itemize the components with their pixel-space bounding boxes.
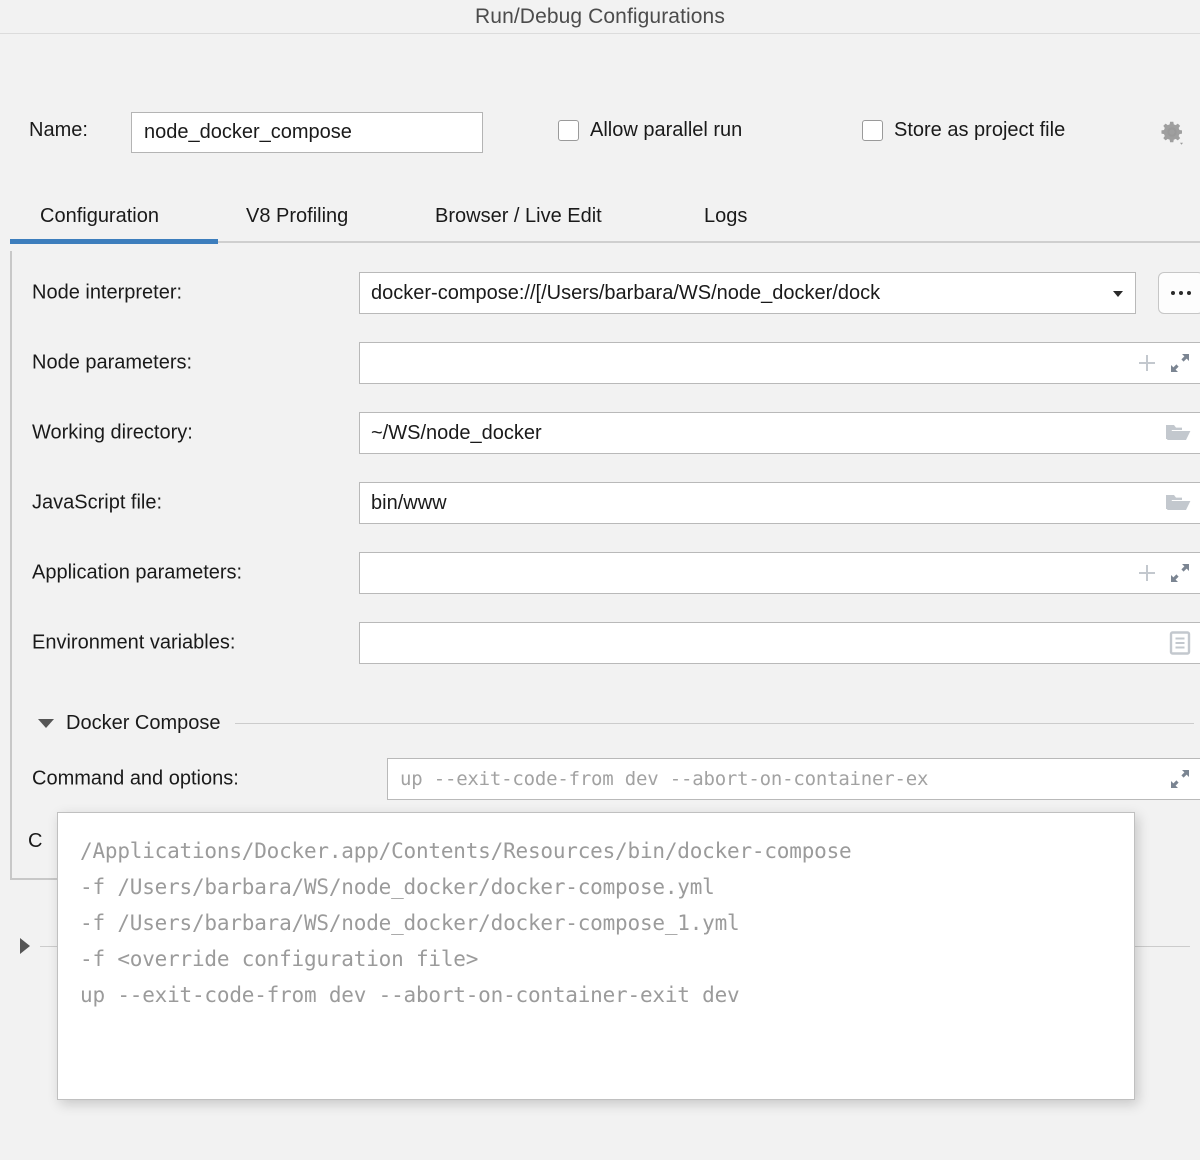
chevron-right-icon[interactable] [20, 938, 30, 954]
configuration-panel: Node interpreter: docker-compose://[/Use… [10, 251, 1200, 880]
environment-variables-input[interactable] [359, 622, 1200, 664]
name-input-value: node_docker_compose [144, 121, 352, 144]
add-icon[interactable] [1135, 561, 1159, 585]
chevron-down-icon[interactable] [38, 719, 54, 728]
tab-active-indicator [10, 239, 218, 244]
section-divider [235, 723, 1194, 724]
node-parameters-input[interactable] [359, 342, 1200, 384]
tooltip-line: -f <override configuration file> [80, 941, 1134, 977]
tooltip-line: -f /Users/barbara/WS/node_docker/docker-… [80, 869, 1134, 905]
expand-icon[interactable] [1169, 352, 1191, 374]
store-as-project-file-checkbox-row[interactable]: Store as project file [862, 119, 1065, 142]
name-row: Name: node_docker_compose Allow parallel… [0, 33, 1200, 151]
dialog-title-bar: Run/Debug Configurations [0, 0, 1200, 34]
allow-parallel-run-label: Allow parallel run [590, 119, 742, 142]
allow-parallel-run-checkbox[interactable] [558, 120, 579, 141]
node-parameters-label: Node parameters: [32, 352, 192, 375]
add-icon[interactable] [1135, 351, 1159, 375]
name-label: Name: [29, 119, 88, 142]
row-working-directory: Working directory: ~/WS/node_docker [12, 412, 1200, 454]
store-as-project-file-checkbox[interactable] [862, 120, 883, 141]
tab-bar: Configuration V8 Profiling Browser / Liv… [0, 193, 1200, 249]
node-interpreter-value: docker-compose://[/Users/barbara/WS/node… [360, 282, 1111, 305]
docker-compose-section-title: Docker Compose [66, 712, 221, 735]
tooltip-line: /Applications/Docker.app/Contents/Resour… [80, 833, 1134, 869]
javascript-file-label: JavaScript file: [32, 492, 162, 515]
application-parameters-label: Application parameters: [32, 562, 242, 585]
folder-icon[interactable] [1165, 492, 1191, 514]
page-title: Run/Debug Configurations [475, 5, 725, 29]
javascript-file-value: bin/www [360, 492, 1165, 515]
command-preview-tooltip: /Applications/Docker.app/Contents/Resour… [57, 812, 1135, 1100]
row-node-interpreter: Node interpreter: docker-compose://[/Use… [12, 272, 1200, 314]
working-directory-label: Working directory: [32, 422, 193, 445]
tab-v8-profiling[interactable]: V8 Profiling [244, 193, 350, 240]
row-command-and-options: Command and options: up --exit-code-from… [12, 758, 1200, 800]
allow-parallel-run-checkbox-row[interactable]: Allow parallel run [558, 119, 742, 142]
working-directory-value: ~/WS/node_docker [360, 422, 1165, 445]
tab-configuration[interactable]: Configuration [38, 193, 161, 240]
command-and-options-input[interactable]: up --exit-code-from dev --abort-on-conta… [387, 758, 1200, 800]
store-as-project-file-label: Store as project file [894, 119, 1065, 142]
row-javascript-file: JavaScript file: bin/www [12, 482, 1200, 524]
expand-icon[interactable] [1169, 562, 1191, 584]
node-interpreter-combobox[interactable]: docker-compose://[/Users/barbara/WS/node… [359, 272, 1136, 314]
tooltip-line: up --exit-code-from dev --abort-on-conta… [80, 977, 1134, 1013]
tab-logs[interactable]: Logs [702, 193, 749, 240]
gear-icon[interactable] [1157, 117, 1187, 147]
row-node-parameters: Node parameters: [12, 342, 1200, 384]
node-interpreter-browse-button[interactable] [1158, 272, 1200, 314]
environment-variables-label: Environment variables: [32, 632, 235, 655]
obscured-field-label: C [28, 830, 42, 853]
folder-icon[interactable] [1165, 422, 1191, 444]
row-environment-variables: Environment variables: [12, 622, 1200, 664]
chevron-down-icon[interactable] [1111, 286, 1135, 300]
tooltip-line: -f /Users/barbara/WS/node_docker/docker-… [80, 905, 1134, 941]
tab-browser-live-edit[interactable]: Browser / Live Edit [433, 193, 604, 240]
javascript-file-input[interactable]: bin/www [359, 482, 1200, 524]
name-input[interactable]: node_docker_compose [131, 112, 483, 153]
environment-variables-editor-icon[interactable] [1169, 631, 1191, 655]
node-interpreter-label: Node interpreter: [32, 282, 182, 305]
command-and-options-value: up --exit-code-from dev --abort-on-conta… [388, 768, 1169, 790]
expand-icon[interactable] [1169, 768, 1191, 790]
row-application-parameters: Application parameters: [12, 552, 1200, 594]
command-and-options-label: Command and options: [32, 768, 239, 791]
docker-compose-section-header[interactable]: Docker Compose [12, 710, 1200, 736]
application-parameters-input[interactable] [359, 552, 1200, 594]
working-directory-input[interactable]: ~/WS/node_docker [359, 412, 1200, 454]
